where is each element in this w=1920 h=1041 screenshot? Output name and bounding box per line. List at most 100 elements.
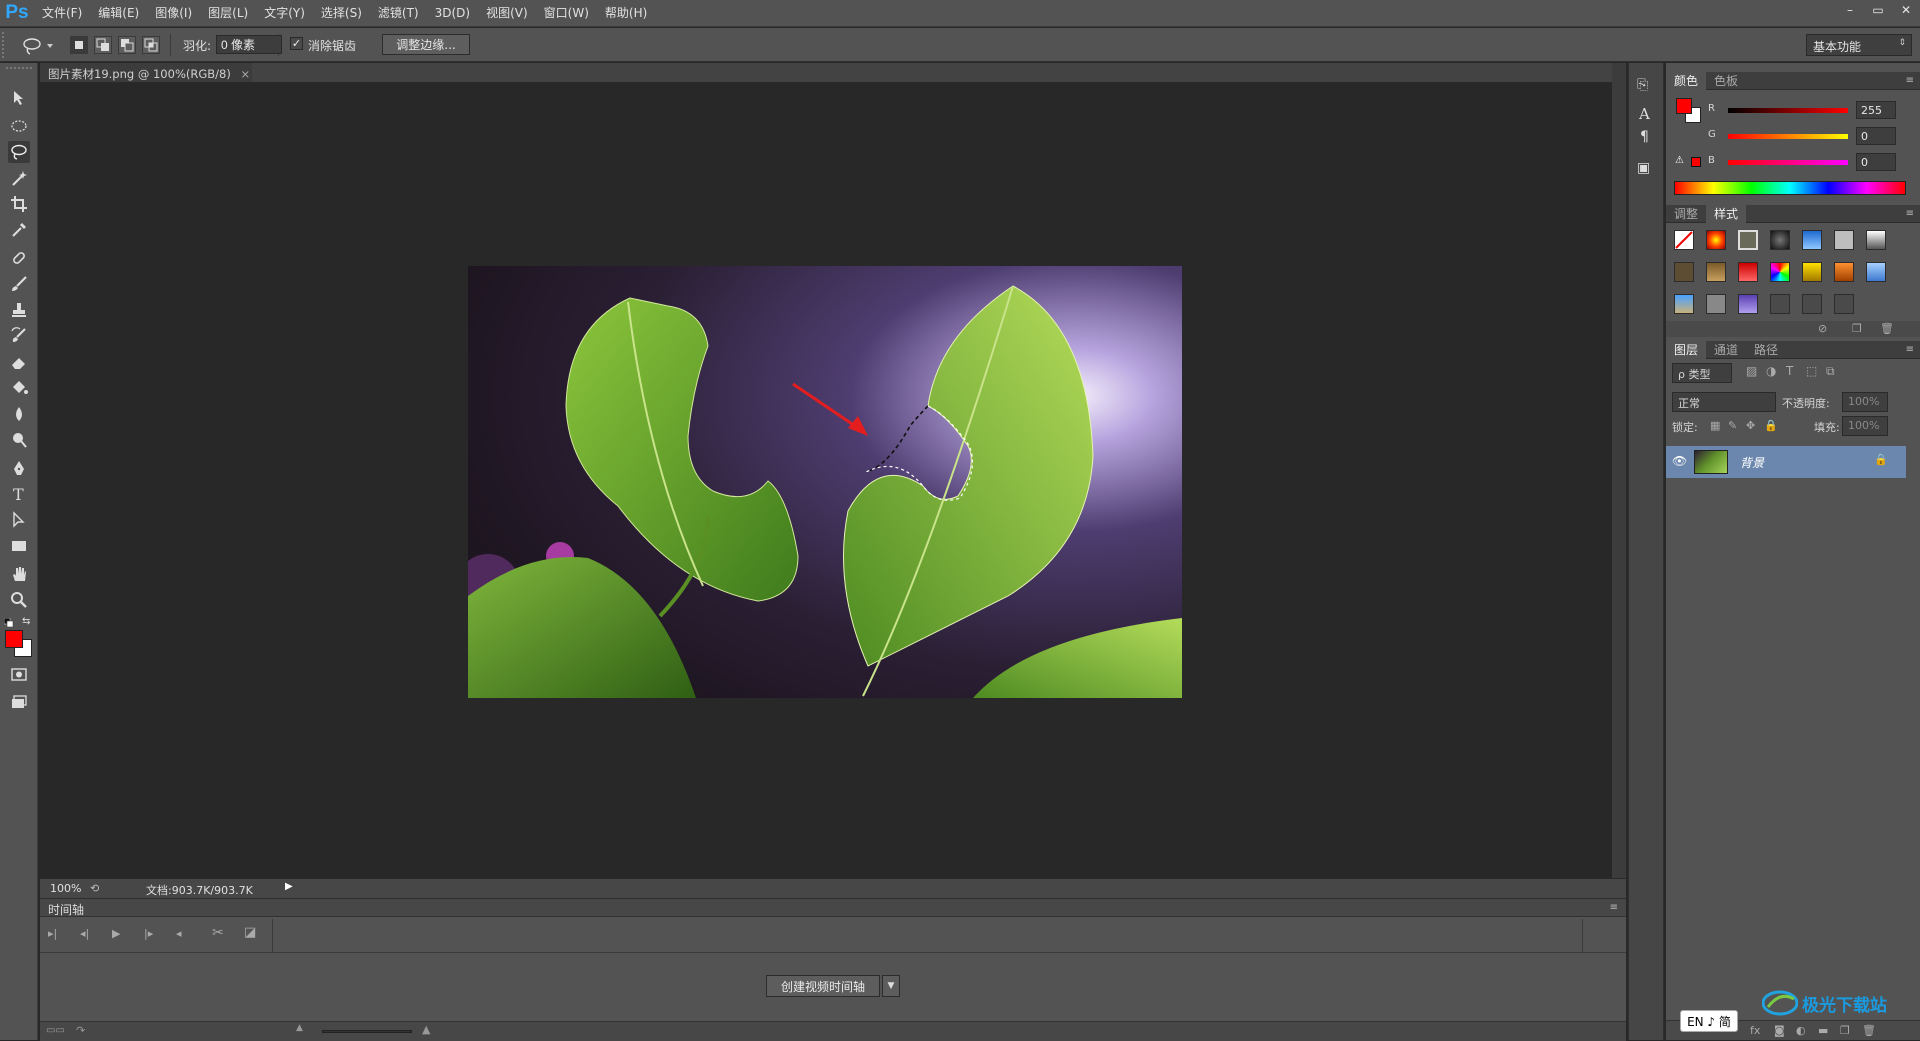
new-layer-icon[interactable]: ❐ xyxy=(1840,1024,1850,1037)
menu-file[interactable]: 文件(F) xyxy=(34,0,90,27)
lasso-preset-icon[interactable] xyxy=(20,36,54,56)
b-value-field[interactable]: 0 xyxy=(1856,153,1896,171)
g-slider[interactable] xyxy=(1728,134,1848,139)
panel-menu-icon[interactable]: ≡ xyxy=(1906,344,1914,355)
prev-frame-icon[interactable]: ◂| xyxy=(80,927,89,940)
delete-style-icon[interactable]: 🗑 xyxy=(1880,322,1894,335)
style-swatch[interactable] xyxy=(1834,262,1854,282)
r-slider[interactable] xyxy=(1728,108,1848,113)
render-icon[interactable]: ↷ xyxy=(76,1024,85,1037)
move-tool-icon[interactable] xyxy=(8,87,30,109)
crop-tool-icon[interactable] xyxy=(8,193,30,215)
panel-menu-icon[interactable]: ≡ xyxy=(1906,208,1914,219)
lock-transparency-icon[interactable]: ▦ xyxy=(1710,419,1720,432)
style-swatch[interactable] xyxy=(1802,230,1822,250)
path-selection-tool-icon[interactable] xyxy=(8,509,30,531)
lock-all-icon[interactable]: 🔒 xyxy=(1764,419,1778,432)
color-spectrum-bar[interactable] xyxy=(1674,181,1906,195)
style-swatch[interactable] xyxy=(1770,262,1790,282)
add-mask-icon[interactable]: ◙ xyxy=(1774,1024,1785,1037)
create-video-timeline-button[interactable]: 创建视频时间轴 xyxy=(766,975,880,997)
filter-adjust-icon[interactable]: ◑ xyxy=(1766,364,1776,378)
minimize-button[interactable]: – xyxy=(1836,0,1864,20)
swap-colors-icon[interactable]: ⇆ xyxy=(22,616,34,628)
close-tab-icon[interactable]: × xyxy=(240,67,250,81)
tab-styles[interactable]: 样式 xyxy=(1706,204,1747,223)
new-style-icon[interactable]: ❐ xyxy=(1852,322,1862,335)
filter-pixel-icon[interactable]: ▨ xyxy=(1746,364,1757,378)
transition-icon[interactable]: ◪ xyxy=(244,925,256,940)
restore-button[interactable]: ▭ xyxy=(1864,0,1892,20)
status-menu-arrow-icon[interactable]: ▶ xyxy=(285,881,293,892)
paragraph-panel-icon[interactable]: ¶ xyxy=(1640,129,1660,149)
character-panel-icon[interactable]: A xyxy=(1639,105,1659,125)
menu-view[interactable]: 视图(V) xyxy=(478,0,536,27)
lock-position-icon[interactable]: ✥ xyxy=(1746,419,1755,432)
tab-channels[interactable]: 通道 xyxy=(1706,341,1746,359)
eye-icon[interactable]: 👁 xyxy=(1672,454,1687,468)
panel-menu-icon[interactable]: ≡ xyxy=(1610,902,1618,913)
audio-icon[interactable]: ◂ xyxy=(176,927,182,940)
gamut-color-swatch[interactable] xyxy=(1691,157,1701,167)
tab-swatches[interactable]: 色板 xyxy=(1706,72,1746,90)
blur-tool-icon[interactable] xyxy=(8,403,30,425)
quick-mask-icon[interactable] xyxy=(8,663,30,685)
layer-row-background[interactable]: 👁 背景 🔒 xyxy=(1666,446,1906,478)
canvas-area[interactable] xyxy=(40,83,1610,878)
b-slider[interactable] xyxy=(1728,160,1848,165)
tab-layers[interactable]: 图层 xyxy=(1666,340,1707,359)
menu-window[interactable]: 窗口(W) xyxy=(536,0,597,27)
next-frame-icon[interactable]: |▸ xyxy=(144,927,153,940)
filter-smart-icon[interactable]: ⧉ xyxy=(1826,364,1835,379)
style-swatch[interactable] xyxy=(1802,294,1822,314)
ime-indicator[interactable]: EN ♪ 简 xyxy=(1680,1010,1738,1032)
vertical-scrollbar[interactable] xyxy=(1612,63,1626,878)
style-swatch[interactable] xyxy=(1770,294,1790,314)
style-swatch[interactable] xyxy=(1706,294,1726,314)
style-swatch[interactable] xyxy=(1834,294,1854,314)
style-swatch[interactable] xyxy=(1738,294,1758,314)
menu-select[interactable]: 选择(S) xyxy=(313,0,370,27)
screen-mode-icon[interactable] xyxy=(8,691,30,713)
magic-wand-tool-icon[interactable] xyxy=(8,167,30,189)
layer-filter-select[interactable]: ρ 类型 xyxy=(1672,363,1732,383)
split-scissors-icon[interactable]: ✂ xyxy=(212,925,224,941)
lock-pixels-icon[interactable]: ✎ xyxy=(1728,419,1737,432)
style-swatch[interactable] xyxy=(1674,262,1694,282)
subtract-selection-icon[interactable] xyxy=(118,36,136,54)
workspace-select[interactable]: 基本功能 ⇕ xyxy=(1806,34,1912,56)
brush-tool-icon[interactable] xyxy=(8,273,30,295)
eyedropper-tool-icon[interactable] xyxy=(8,219,30,241)
style-swatch[interactable] xyxy=(1866,230,1886,250)
document-tab[interactable]: 图片素材19.png @ 100%(RGB/8) × xyxy=(40,63,252,83)
add-selection-icon[interactable] xyxy=(94,36,112,54)
style-swatch[interactable] xyxy=(1674,294,1694,314)
fill-field[interactable]: 100% xyxy=(1842,416,1888,436)
filter-shape-icon[interactable]: ⬚ xyxy=(1806,364,1817,378)
color-fg-swatch[interactable] xyxy=(1676,98,1692,114)
menu-filter[interactable]: 滤镜(T) xyxy=(370,0,427,27)
g-value-field[interactable]: 0 xyxy=(1856,127,1896,145)
type-tool-icon[interactable]: T xyxy=(8,483,30,505)
zoom-out-icon[interactable]: ▲ xyxy=(296,1023,303,1033)
style-swatch[interactable] xyxy=(1770,230,1790,250)
dodge-tool-icon[interactable] xyxy=(8,429,30,451)
style-swatch[interactable] xyxy=(1738,262,1758,282)
menu-help[interactable]: 帮助(H) xyxy=(597,0,655,27)
default-colors-icon[interactable] xyxy=(3,617,14,628)
zoom-tool-icon[interactable] xyxy=(8,589,30,611)
style-swatch[interactable] xyxy=(1738,230,1758,250)
feather-field[interactable] xyxy=(216,35,282,54)
history-brush-tool-icon[interactable] xyxy=(8,325,30,347)
healing-brush-tool-icon[interactable] xyxy=(8,247,30,269)
first-frame-icon[interactable]: ▸| xyxy=(48,927,57,940)
opacity-field[interactable]: 100% xyxy=(1842,392,1888,412)
frames-icon[interactable]: ▭▭ xyxy=(46,1025,65,1036)
properties-panel-icon[interactable]: ▣ xyxy=(1637,160,1657,180)
zoom-in-icon[interactable]: ▲ xyxy=(422,1023,430,1036)
tab-paths[interactable]: 路径 xyxy=(1746,341,1786,359)
intersect-selection-icon[interactable] xyxy=(142,36,160,54)
clear-style-icon[interactable]: ⊘ xyxy=(1818,322,1827,335)
refine-edge-button[interactable]: 调整边缘... xyxy=(382,34,470,55)
delete-layer-icon[interactable]: 🗑 xyxy=(1862,1024,1876,1037)
